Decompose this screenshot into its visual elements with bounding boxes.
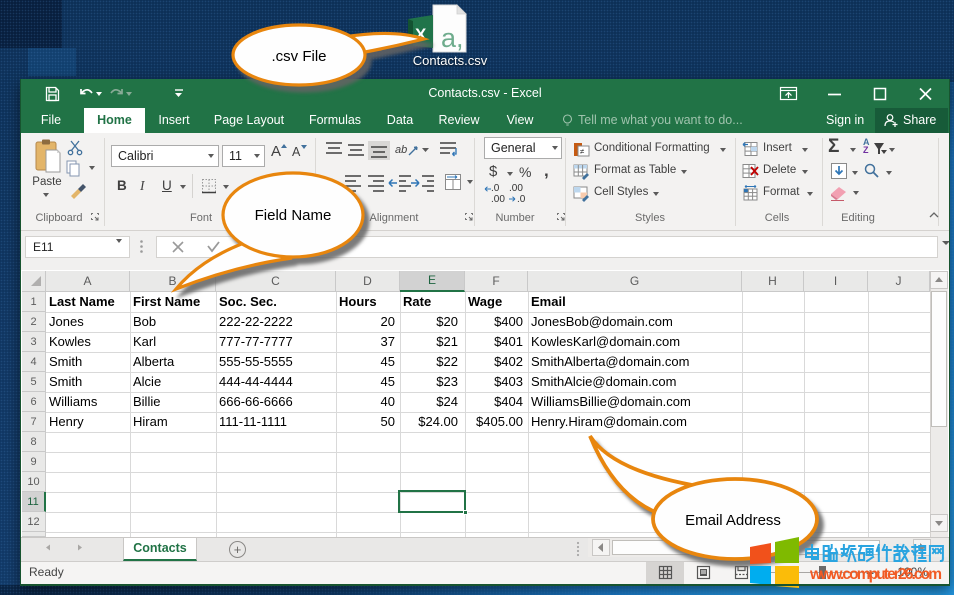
svg-text:www.computer26.com: www.computer26.com xyxy=(809,566,942,583)
